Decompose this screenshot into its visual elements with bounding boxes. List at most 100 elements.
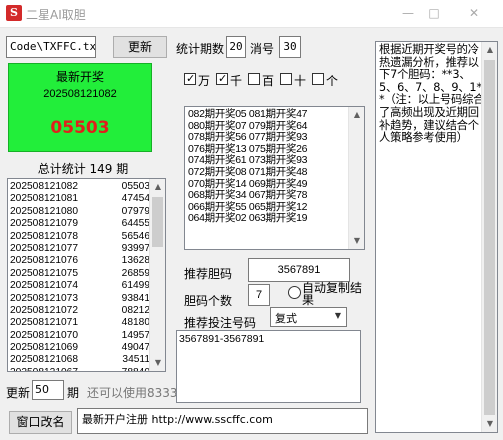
history-number: 34511 <box>122 354 150 366</box>
pattern-scrollbar[interactable]: ▲ ▼ <box>348 107 364 249</box>
data-file-input[interactable]: Code\TXFFC.txt <box>6 36 96 58</box>
history-number: 61499 <box>121 280 150 292</box>
history-scrollbar[interactable]: ▲ ▼ <box>149 179 165 371</box>
history-period: 202508121081 <box>10 193 78 205</box>
scroll-down-icon[interactable]: ▼ <box>150 355 165 371</box>
eliminate-count-input[interactable]: 30 <box>279 36 301 58</box>
pattern-row[interactable]: 082期开奖05 081期开奖47 <box>188 108 346 121</box>
stat-periods-input[interactable]: 20 <box>226 36 246 58</box>
history-row[interactable]: 202508121071 48180 <box>10 317 150 329</box>
history-period: 202508121080 <box>10 205 78 217</box>
history-number: 93841 <box>121 292 150 304</box>
scroll-thumb[interactable] <box>152 197 163 247</box>
analysis-box[interactable]: 根据近期开奖号的冷热遗漏分析，推荐以下7个胆码：**3、5、6、7、8、9、1*… <box>375 41 498 433</box>
digit-checkbox[interactable] <box>280 73 292 85</box>
history-period: 202508121067 <box>10 367 78 371</box>
auto-copy-radio[interactable] <box>288 286 301 299</box>
history-row[interactable]: 202508121074 61499 <box>10 280 150 292</box>
dan-count-label: 胆码个数 <box>184 294 233 308</box>
history-row[interactable]: 202508121067 78840 <box>10 367 150 371</box>
bet-result-text: 3567891-3567891 <box>179 333 265 345</box>
update-periods-value: 50 <box>35 383 49 396</box>
history-row[interactable]: 202508121070 14957 <box>10 330 150 342</box>
rename-window-button[interactable]: 窗口改名 <box>9 411 72 434</box>
digit-checkbox[interactable] <box>312 73 324 85</box>
analysis-text: 根据近期开奖号的冷热遗漏分析，推荐以下7个胆码：**3、5、6、7、8、9、1*… <box>379 43 485 145</box>
scroll-down-icon[interactable]: ▼ <box>482 416 497 432</box>
bet-type-select[interactable]: 复式 ▼ <box>270 307 347 327</box>
register-url[interactable]: http://www.sscffc.com <box>152 413 273 426</box>
scroll-thumb[interactable] <box>484 60 495 415</box>
history-row[interactable]: 202508121080 07979 <box>10 206 150 218</box>
update-unit: 期 <box>67 386 80 400</box>
digit-checkbox[interactable] <box>216 72 228 85</box>
history-period: 202508121075 <box>10 267 78 279</box>
history-rows: 202508121082 05503 202508121081 47454 202508… <box>10 181 150 371</box>
digit-checkbox-label: 万 <box>198 74 211 88</box>
title-bar: S 二星AI取胆 — □ ✕ <box>0 0 503 28</box>
auto-copy-label: 自动复制结果 <box>302 281 363 307</box>
eliminate-count-label: 消号 <box>250 42 275 56</box>
history-number: 93997 <box>121 242 150 254</box>
register-link-field[interactable]: 最新开户注册 http://www.sscffc.com <box>77 408 368 434</box>
latest-draw-panel: 最新开奖 202508121082 05503 <box>8 63 152 152</box>
history-number: 47454 <box>121 193 150 205</box>
history-number: 13628 <box>121 255 150 267</box>
scroll-down-icon[interactable]: ▼ <box>349 233 364 249</box>
bet-numbers-label: 推荐投注号码 <box>184 316 257 330</box>
pattern-row[interactable]: 072期开奖08 071期开奖48 <box>188 166 346 179</box>
bet-result-box[interactable]: 3567891-3567891 <box>176 330 361 403</box>
pattern-list[interactable]: 082期开奖05 081期开奖47 080期开奖07 079期开奖64 078期开奖… <box>184 106 365 250</box>
history-row[interactable]: 202508121073 93841 <box>10 293 150 305</box>
analysis-scrollbar[interactable]: ▲ ▼ <box>481 42 497 432</box>
recommend-label: 推荐胆码 <box>184 267 233 281</box>
bet-type-value: 复式 <box>275 312 297 325</box>
history-row[interactable]: 202508121081 47454 <box>10 193 150 205</box>
pattern-row[interactable]: 064期开奖02 063期开奖19 <box>188 213 346 225</box>
history-period: 202508121069 <box>10 342 78 354</box>
history-row[interactable]: 202508121069 49047 <box>10 342 150 354</box>
history-number: 05503 <box>121 181 150 192</box>
history-list[interactable]: 202508121082 05503 202508121081 47454 202508… <box>7 178 166 372</box>
scroll-up-icon[interactable]: ▲ <box>150 179 165 195</box>
pattern-row[interactable]: 068期开奖34 067期开奖78 <box>188 190 346 202</box>
history-row[interactable]: 202508121072 08212 <box>10 305 150 317</box>
chevron-down-icon: ▼ <box>334 311 341 320</box>
usage-remaining-text: 还可以使用8333小 <box>87 386 190 400</box>
latest-draw-period: 202508121082 <box>43 88 117 100</box>
dan-count-input[interactable]: 7 <box>248 284 270 306</box>
scroll-up-icon[interactable]: ▲ <box>349 107 364 123</box>
digit-checkbox[interactable] <box>248 73 260 85</box>
history-row[interactable]: 202508121068 34511 <box>10 354 150 366</box>
digit-checkbox[interactable] <box>184 72 196 85</box>
history-row[interactable]: 202508121076 13628 <box>10 255 150 267</box>
history-number: 49047 <box>121 342 150 354</box>
maximize-icon[interactable]: □ <box>416 0 452 28</box>
history-period: 202508121072 <box>10 304 78 316</box>
digit-checkbox-label: 十 <box>294 74 307 88</box>
digit-checkbox-label: 百 <box>262 74 275 88</box>
digit-checkbox-label: 千 <box>230 74 243 88</box>
close-icon[interactable]: ✕ <box>456 0 492 28</box>
recommend-value-field[interactable]: 3567891 <box>248 258 350 282</box>
total-stat-label: 总计统计 149 期 <box>37 162 129 176</box>
history-number: 48180 <box>121 317 150 329</box>
register-label: 最新开户注册 <box>82 413 148 426</box>
history-period: 202508121070 <box>10 329 78 341</box>
history-row[interactable]: 202508121077 93997 <box>10 243 150 255</box>
history-row[interactable]: 202508121075 26859 <box>10 268 150 280</box>
history-row[interactable]: 202508121082 05503 <box>10 181 150 193</box>
history-number: 64455 <box>121 218 150 230</box>
app-icon: S <box>6 5 22 21</box>
history-row[interactable]: 202508121079 64455 <box>10 218 150 230</box>
history-period: 202508121077 <box>10 242 78 254</box>
scroll-up-icon[interactable]: ▲ <box>482 42 497 58</box>
history-row[interactable]: 202508121078 56546 <box>10 231 150 243</box>
history-number: 56546 <box>121 230 150 242</box>
history-number: 26859 <box>121 267 150 279</box>
refresh-button[interactable]: 更新 <box>113 36 167 58</box>
update-periods-input[interactable]: 50 <box>32 380 64 400</box>
history-number: 07979 <box>121 205 150 217</box>
history-period: 202508121071 <box>10 317 78 329</box>
stat-periods-label: 统计期数 <box>176 42 225 56</box>
